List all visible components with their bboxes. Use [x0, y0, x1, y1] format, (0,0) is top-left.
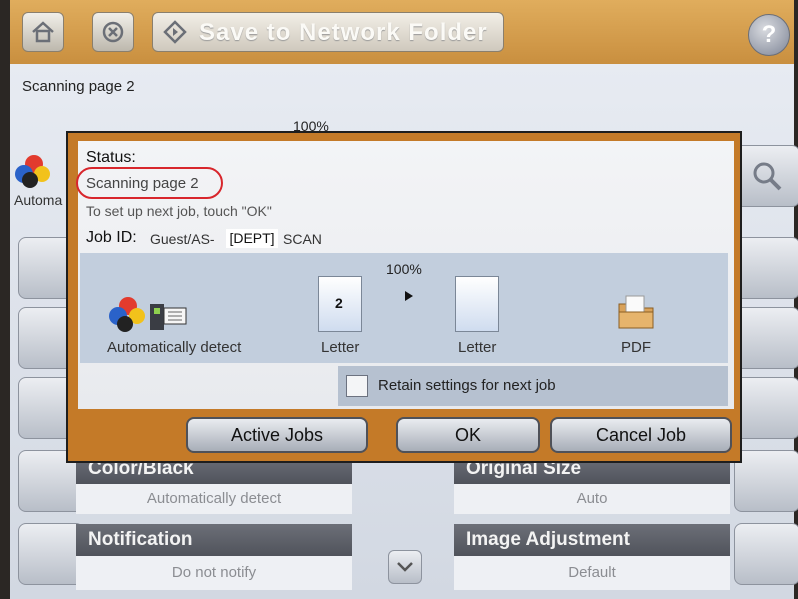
- original-size-value[interactable]: Auto: [454, 484, 730, 514]
- home-button[interactable]: [22, 12, 64, 52]
- notification-title[interactable]: Notification: [76, 524, 352, 556]
- notification-icon-button[interactable]: [18, 523, 84, 585]
- side-button-right-3[interactable]: [734, 377, 798, 439]
- side-button-right-1[interactable]: [734, 237, 798, 299]
- color-wheel-icon: [15, 155, 50, 188]
- color-black-value[interactable]: Automatically detect: [76, 484, 352, 514]
- output-page-icon: [455, 276, 499, 332]
- cancel-job-button[interactable]: Cancel Job: [550, 417, 732, 453]
- chevron-down-icon: [397, 562, 413, 572]
- magnifier-icon: [753, 162, 782, 191]
- stop-icon: [102, 21, 124, 43]
- arrow-right-icon: [405, 291, 413, 301]
- job-id-prefix: Guest/AS-: [150, 231, 215, 247]
- image-adjustment-title[interactable]: Image Adjustment: [454, 524, 730, 556]
- notification-value[interactable]: Do not notify: [76, 556, 352, 590]
- scanner-icon: [150, 304, 187, 330]
- progress-percent: 100%: [386, 261, 422, 277]
- preview-button[interactable]: [734, 145, 798, 207]
- job-id-dept: [DEPT]: [226, 229, 278, 248]
- color-mode-label: Automatically detect: [107, 339, 242, 356]
- start-icon: [163, 20, 187, 44]
- job-id-label: Job ID:: [86, 229, 137, 246]
- start-button[interactable]: Save to Network Folder: [152, 12, 504, 52]
- stop-button[interactable]: [92, 12, 134, 52]
- ok-button[interactable]: OK: [396, 417, 540, 453]
- status-label: Status:: [86, 149, 136, 166]
- source-size-label: Letter: [321, 339, 360, 356]
- retain-settings-checkbox[interactable]: [346, 375, 368, 397]
- color-wheel-icon: [109, 297, 145, 332]
- folder-icon: [618, 295, 654, 329]
- home-icon: [32, 21, 54, 43]
- image-adjustment-icon-button[interactable]: [734, 523, 798, 585]
- page-number: 2: [335, 295, 343, 311]
- color-mode-partial-label: Automa: [14, 192, 63, 208]
- image-adjustment-value[interactable]: Default: [454, 556, 730, 590]
- file-type-label: PDF: [621, 339, 651, 356]
- scroll-down-button[interactable]: [388, 550, 422, 584]
- help-button[interactable]: ?: [748, 14, 790, 56]
- page-title: Save to Network Folder: [199, 19, 488, 46]
- side-button-right-2[interactable]: [734, 307, 798, 369]
- status-value: Scanning page 2: [86, 175, 199, 192]
- active-jobs-button[interactable]: Active Jobs: [186, 417, 368, 453]
- retain-settings-label[interactable]: Retain settings for next job: [378, 377, 556, 394]
- instruction-text: To set up next job, touch "OK": [86, 203, 272, 219]
- job-id-suffix: SCAN: [283, 231, 322, 247]
- output-size-label: Letter: [458, 339, 497, 356]
- original-size-icon-button[interactable]: [734, 450, 798, 512]
- background-scan-status: Scanning page 2: [22, 78, 135, 95]
- question-mark-icon: ?: [761, 21, 777, 48]
- source-page-icon: 2: [318, 276, 362, 332]
